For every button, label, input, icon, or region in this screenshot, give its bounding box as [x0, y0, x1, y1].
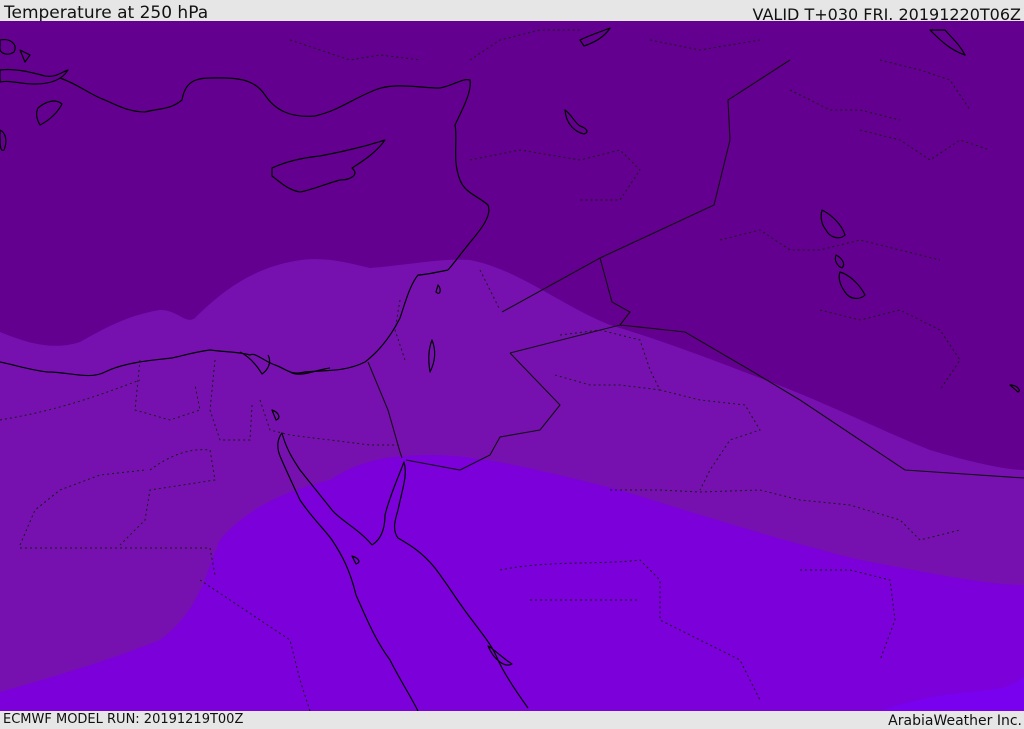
footer-bar: ECMWF MODEL RUN: 20191219T00Z ArabiaWeat… [0, 711, 1024, 729]
map-frame: Temperature at 250 hPa VALID T+030 FRI. … [0, 0, 1024, 729]
model-run-label: ECMWF MODEL RUN: 20191219T00Z [3, 712, 244, 727]
temperature-map [0, 21, 1024, 711]
header-bar: Temperature at 250 hPa VALID T+030 FRI. … [0, 0, 1024, 24]
credit-label: ArabiaWeather Inc. [888, 713, 1022, 729]
